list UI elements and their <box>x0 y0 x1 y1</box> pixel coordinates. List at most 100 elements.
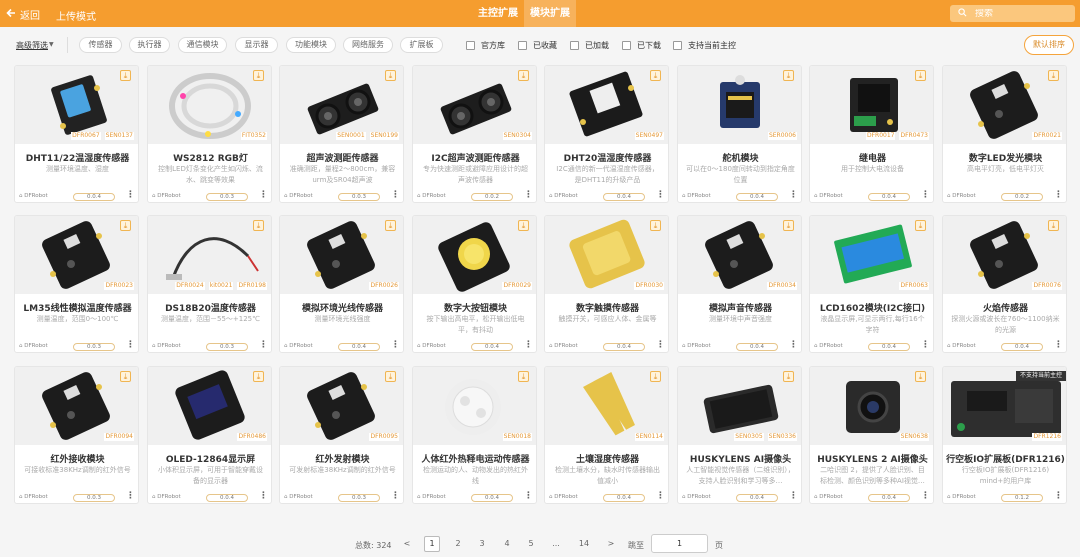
advanced-filter-link[interactable]: 高级筛选 <box>16 40 48 51</box>
download-icon[interactable]: ⤓ <box>385 371 396 382</box>
more-options-icon[interactable]: ⋮ <box>789 491 798 501</box>
module-card[interactable]: ⤓ DFR0023 LM35线性模拟温度传感器 测量温度，范围0～100℃ ⌂ DFRo… <box>14 215 139 353</box>
more-options-icon[interactable]: ⋮ <box>259 190 268 200</box>
upload-mode-label[interactable]: 上传模式 <box>56 8 96 23</box>
module-card[interactable]: ⤓ DFR0095 红外发射模块 可发射标准38KHz调制的红外信号 ⌂ DFRobot… <box>279 366 404 504</box>
more-options-icon[interactable]: ⋮ <box>259 491 268 501</box>
download-icon[interactable]: ⤓ <box>120 70 131 81</box>
more-options-icon[interactable]: ⋮ <box>656 190 665 200</box>
page-2[interactable]: 2 <box>450 536 466 552</box>
module-card[interactable]: ⤓ DFR0063 LCD1602模块(I2C接口) 液晶显示屏,可显示两行,每行16… <box>809 215 934 353</box>
download-icon[interactable]: ⤓ <box>783 371 794 382</box>
download-icon[interactable]: ⤓ <box>120 220 131 231</box>
checkbox[interactable] <box>570 41 579 50</box>
more-options-icon[interactable]: ⋮ <box>126 190 135 200</box>
download-icon[interactable]: ⤓ <box>385 220 396 231</box>
chip-actuator[interactable]: 执行器 <box>129 37 170 53</box>
download-icon[interactable]: ⤓ <box>385 70 396 81</box>
more-options-icon[interactable]: ⋮ <box>391 340 400 350</box>
chip-sensor[interactable]: 传感器 <box>79 37 122 53</box>
module-card[interactable]: ⤓ SER0006 舵机模块 可以在0～180度间转动到指定角度位置 ⌂ DFRobot… <box>677 65 802 203</box>
check-favorited[interactable]: 已收藏 <box>518 40 557 51</box>
module-card[interactable]: ⤓ DFR0067 SEN0137 DHT11/22温湿度传感器 测量环境温度、湿度 ⌂ … <box>14 65 139 203</box>
sort-button[interactable]: 默认排序 <box>1024 35 1074 55</box>
more-options-icon[interactable]: ⋮ <box>126 340 135 350</box>
prev-page-button[interactable]: < <box>399 536 415 552</box>
download-icon[interactable]: ⤓ <box>650 371 661 382</box>
tab-module-extensions[interactable]: 模块扩展 <box>524 0 576 27</box>
jump-input[interactable] <box>651 534 708 553</box>
module-card[interactable]: ⤓ SEN0114 土壤湿度传感器 检测土壤水分，缺水时传感器输出值减小 ⌂ DFRob… <box>544 366 669 504</box>
download-icon[interactable]: ⤓ <box>253 220 264 231</box>
search-input[interactable] <box>975 8 1065 19</box>
more-options-icon[interactable]: ⋮ <box>126 491 135 501</box>
download-icon[interactable]: ⤓ <box>915 220 926 231</box>
page-1[interactable]: 1 <box>424 536 440 552</box>
tab-board-extensions[interactable]: 主控扩展 <box>472 0 524 27</box>
chevron-down-icon[interactable]: ▼ <box>49 41 54 48</box>
download-icon[interactable]: ⤓ <box>915 70 926 81</box>
download-icon[interactable]: ⤓ <box>1048 220 1059 231</box>
module-card[interactable]: ⤓ DFR0034 模拟声音传感器 测量环境中声音强度 ⌂ DFRobot 0.0.4 ⋮ <box>677 215 802 353</box>
download-icon[interactable]: ⤓ <box>518 371 529 382</box>
more-options-icon[interactable]: ⋮ <box>1054 491 1063 501</box>
more-options-icon[interactable]: ⋮ <box>921 190 930 200</box>
download-icon[interactable]: ⤓ <box>518 70 529 81</box>
more-options-icon[interactable]: ⋮ <box>259 340 268 350</box>
check-downloaded[interactable]: 已下载 <box>622 40 661 51</box>
check-loaded[interactable]: 已加载 <box>570 40 609 51</box>
module-card[interactable]: ⤓ DFR0026 模拟环境光线传感器 测量环境光线强度 ⌂ DFRobot 0.0.4 ⋮ <box>279 215 404 353</box>
download-icon[interactable]: ⤓ <box>783 220 794 231</box>
module-card[interactable]: ⤓ DFR0030 数字触摸传感器 触摸开关，可感应人体、金属等 ⌂ DFRobot 0.… <box>544 215 669 353</box>
chip-network[interactable]: 网络服务 <box>343 37 393 53</box>
more-options-icon[interactable]: ⋮ <box>656 340 665 350</box>
chip-display[interactable]: 显示器 <box>235 37 278 53</box>
more-options-icon[interactable]: ⋮ <box>524 491 533 501</box>
search-box[interactable] <box>950 5 1075 22</box>
page-5[interactable]: 5 <box>523 536 539 552</box>
module-card[interactable]: ⤓ SEN0304 I2C超声波测距传感器 专为快速测距或避障应用设计的超声波传感器 ⌂… <box>412 65 537 203</box>
download-icon[interactable]: ⤓ <box>253 371 264 382</box>
more-options-icon[interactable]: ⋮ <box>1054 340 1063 350</box>
check-supported[interactable]: 支持当前主控 <box>673 40 736 51</box>
checkbox[interactable] <box>622 41 631 50</box>
page-14[interactable]: 14 <box>576 536 592 552</box>
page-3[interactable]: 3 <box>474 536 490 552</box>
chip-function[interactable]: 功能模块 <box>286 37 336 53</box>
more-options-icon[interactable]: ⋮ <box>524 190 533 200</box>
module-card[interactable]: ⤓ DFR0486 OLED-12864显示屏 小体积显示屏，可用于智能穿戴设备的显示… <box>147 366 272 504</box>
download-icon[interactable]: ⤓ <box>783 70 794 81</box>
more-options-icon[interactable]: ⋮ <box>789 190 798 200</box>
module-card[interactable]: ⤓ SEN0001 SEN0199 超声波测距传感器 准确测距，量程2～800cm，兼容… <box>279 65 404 203</box>
checkbox[interactable] <box>518 41 527 50</box>
download-icon[interactable]: ⤓ <box>253 70 264 81</box>
module-card[interactable]: ⤓ DFR0017 DFR0473 继电器 用于控制大电流设备 ⌂ DFRobot 0.0.… <box>809 65 934 203</box>
checkbox[interactable] <box>673 41 682 50</box>
module-card[interactable]: ⤓ DFR0021 数字LED发光模块 高电平灯亮，低电平灯灭 ⌂ DFRobot 0.0… <box>942 65 1067 203</box>
module-card[interactable]: ⤓ SEN0497 DHT20温湿度传感器 I2C通信的新一代温湿度传感器，是DHT1… <box>544 65 669 203</box>
download-icon[interactable]: ⤓ <box>650 220 661 231</box>
module-card[interactable]: ⤓ DFR0024 kit0021 DFR0198 DS18B20温度传感器 测量温度，范… <box>147 215 272 353</box>
more-options-icon[interactable]: ⋮ <box>921 491 930 501</box>
module-card[interactable]: ⤓ SEN0305 SEN0336 HUSKYLENS AI摄像头 人工智能视觉传感器（… <box>677 366 802 504</box>
checkbox[interactable] <box>466 41 475 50</box>
module-card[interactable]: ⤓ SEN0638 HUSKYLENS 2 AI摄像头 二哈识图 2，提供了人脸识别、… <box>809 366 934 504</box>
download-icon[interactable]: ⤓ <box>915 371 926 382</box>
download-icon[interactable]: ⤓ <box>650 70 661 81</box>
download-icon[interactable]: ⤓ <box>1048 70 1059 81</box>
more-options-icon[interactable]: ⋮ <box>789 340 798 350</box>
more-options-icon[interactable]: ⋮ <box>656 491 665 501</box>
chip-communication[interactable]: 通信模块 <box>178 37 227 53</box>
more-options-icon[interactable]: ⋮ <box>391 491 400 501</box>
download-icon[interactable]: ⤓ <box>120 371 131 382</box>
module-card[interactable]: 不支持当前主控 DFR1216 行空板IO扩展板(DFR1216) 行空板IO扩展板(… <box>942 366 1067 504</box>
module-card[interactable]: ⤓ FIT0352 WS2812 RGB灯 控制LED灯条变化产生如闪烁、流水、跳变等… <box>147 65 272 203</box>
module-card[interactable]: ⤓ DFR0094 红外接收模块 可接收标准38KHz调制的红外信号 ⌂ DFRobot… <box>14 366 139 504</box>
next-page-button[interactable]: > <box>603 536 619 552</box>
download-icon[interactable]: ⤓ <box>518 220 529 231</box>
module-card[interactable]: ⤓ DFR0076 火焰传感器 探测火源或波长在760～1100纳米的光源 ⌂ DFRo… <box>942 215 1067 353</box>
back-button[interactable]: 返回 <box>6 7 46 22</box>
more-options-icon[interactable]: ⋮ <box>391 190 400 200</box>
more-options-icon[interactable]: ⋮ <box>524 340 533 350</box>
more-options-icon[interactable]: ⋮ <box>1054 190 1063 200</box>
